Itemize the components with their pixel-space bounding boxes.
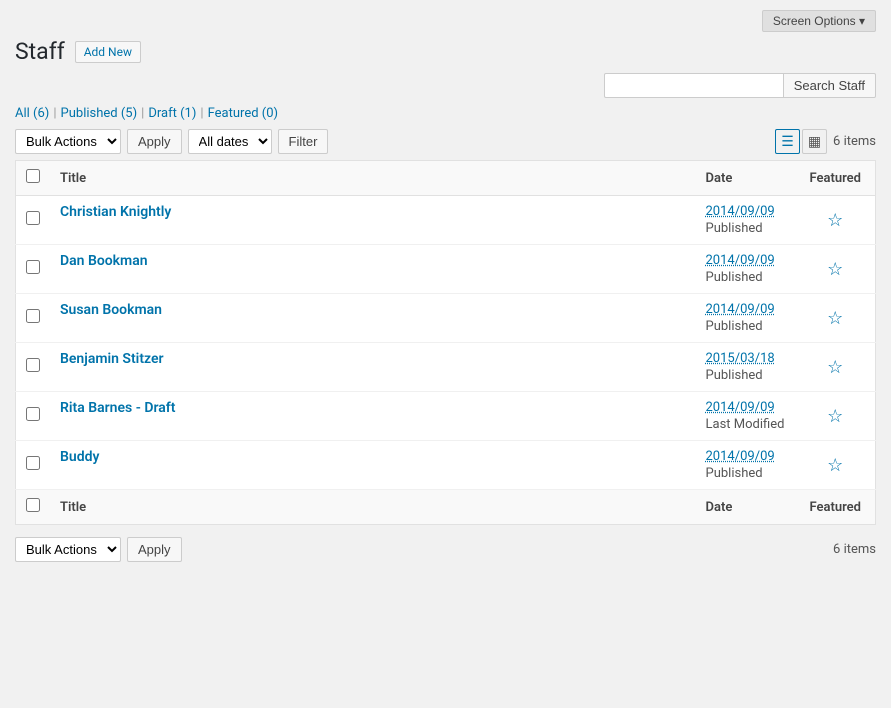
row-checkbox-1[interactable]	[26, 260, 40, 274]
grid-view-icon: ▦	[808, 133, 821, 149]
date-value-3: 2015/03/18	[706, 351, 786, 366]
col-header-title: Title	[50, 161, 696, 196]
date-status-2: Published	[706, 319, 786, 334]
filter-published-link[interactable]: Published (5)	[61, 106, 138, 121]
staff-title-link-4[interactable]: Rita Barnes - Draft	[60, 400, 175, 416]
staff-title-link-5[interactable]: Buddy	[60, 449, 99, 465]
featured-star-2[interactable]: ☆	[827, 308, 843, 329]
bulk-actions-bottom-select[interactable]: Bulk Actions	[15, 537, 121, 562]
screen-options-button[interactable]: Screen Options ▾	[762, 10, 876, 32]
featured-star-3[interactable]: ☆	[827, 357, 843, 378]
date-value-5: 2014/09/09	[706, 449, 786, 464]
select-all-checkbox-top[interactable]	[26, 169, 40, 183]
items-count-bottom: 6 items	[833, 542, 876, 557]
items-count-top: 6 items	[833, 134, 876, 149]
col-header-date: Date	[696, 161, 796, 196]
col-header-featured: Featured	[796, 161, 876, 196]
col-footer-title: Title	[50, 490, 696, 525]
col-footer-date: Date	[696, 490, 796, 525]
filter-button[interactable]: Filter	[278, 129, 329, 154]
list-view-icon: ☰	[781, 133, 794, 149]
dates-filter-select[interactable]: All dates	[188, 129, 272, 154]
bulk-actions-top-select[interactable]: Bulk Actions	[15, 129, 121, 154]
apply-bottom-button[interactable]: Apply	[127, 537, 182, 562]
filter-all-link[interactable]: All (6)	[15, 106, 49, 121]
list-view-button[interactable]: ☰	[775, 129, 800, 154]
staff-title-link-3[interactable]: Benjamin Stitzer	[60, 351, 164, 367]
apply-top-button[interactable]: Apply	[127, 129, 182, 154]
staff-table: Title Date Featured Christian Knightly 2…	[15, 160, 876, 525]
date-status-5: Published	[706, 466, 786, 481]
col-footer-featured: Featured	[796, 490, 876, 525]
filter-links: All (6) | Published (5) | Draft (1) | Fe…	[15, 106, 876, 121]
row-checkbox-0[interactable]	[26, 211, 40, 225]
featured-star-1[interactable]: ☆	[827, 259, 843, 280]
table-row: Susan Bookman 2014/09/09 Published ☆	[16, 294, 876, 343]
table-row: Rita Barnes - Draft 2014/09/09 Last Modi…	[16, 392, 876, 441]
date-value-4: 2014/09/09	[706, 400, 786, 415]
grid-view-button[interactable]: ▦	[802, 129, 827, 154]
date-status-3: Published	[706, 368, 786, 383]
date-status-0: Published	[706, 221, 786, 236]
featured-star-5[interactable]: ☆	[827, 455, 843, 476]
row-checkbox-2[interactable]	[26, 309, 40, 323]
table-row: Christian Knightly 2014/09/09 Published …	[16, 196, 876, 245]
row-checkbox-5[interactable]	[26, 456, 40, 470]
table-row: Dan Bookman 2014/09/09 Published ☆	[16, 245, 876, 294]
table-row: Benjamin Stitzer 2015/03/18 Published ☆	[16, 343, 876, 392]
staff-title-link-1[interactable]: Dan Bookman	[60, 253, 148, 269]
date-value-2: 2014/09/09	[706, 302, 786, 317]
row-checkbox-3[interactable]	[26, 358, 40, 372]
featured-star-4[interactable]: ☆	[827, 406, 843, 427]
date-status-1: Published	[706, 270, 786, 285]
filter-draft-link[interactable]: Draft (1)	[148, 106, 196, 121]
select-all-checkbox-bottom[interactable]	[26, 498, 40, 512]
date-value-0: 2014/09/09	[706, 204, 786, 219]
search-input[interactable]	[604, 73, 784, 98]
add-new-button[interactable]: Add New	[75, 41, 141, 63]
row-checkbox-4[interactable]	[26, 407, 40, 421]
search-staff-button[interactable]: Search Staff	[784, 73, 876, 98]
featured-star-0[interactable]: ☆	[827, 210, 843, 231]
filter-featured-link[interactable]: Featured (0)	[208, 106, 278, 121]
page-title: Staff	[15, 38, 65, 65]
date-value-1: 2014/09/09	[706, 253, 786, 268]
staff-title-link-0[interactable]: Christian Knightly	[60, 204, 171, 220]
staff-title-link-2[interactable]: Susan Bookman	[60, 302, 162, 318]
date-status-4: Last Modified	[706, 417, 786, 432]
table-row: Buddy 2014/09/09 Published ☆	[16, 441, 876, 490]
